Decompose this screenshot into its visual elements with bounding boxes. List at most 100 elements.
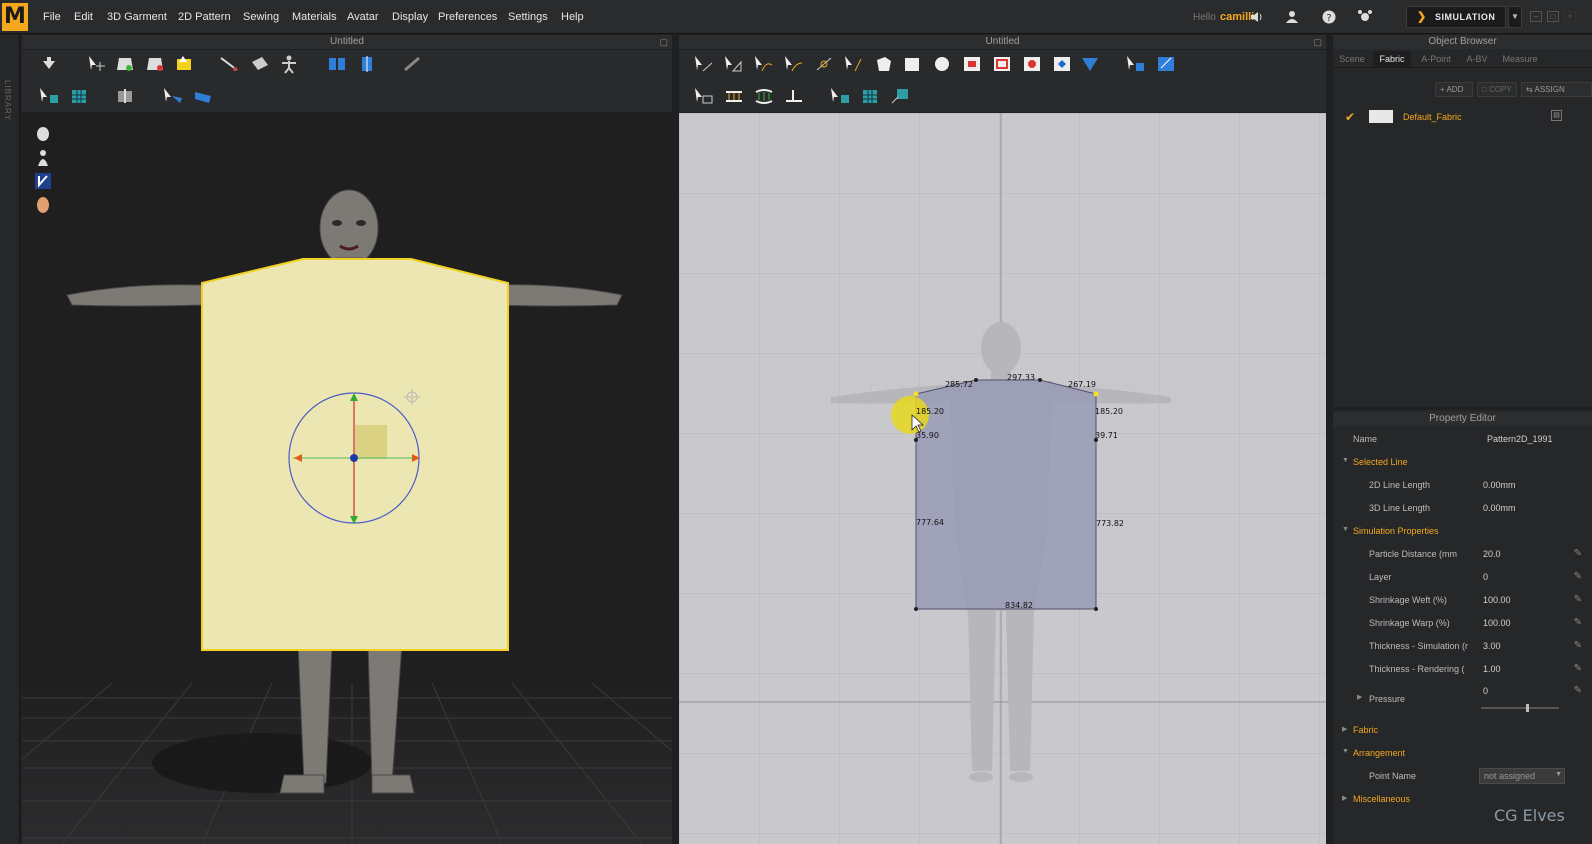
measure-top-left: 285.72 bbox=[945, 380, 973, 389]
edit-pen-icon[interactable]: ✎ bbox=[1574, 663, 1582, 674]
edit-pattern-3d-icon[interactable] bbox=[218, 54, 240, 74]
add-button[interactable]: + ADD bbox=[1435, 82, 1473, 97]
flatten-garment-icon[interactable] bbox=[326, 54, 348, 74]
select-mesh-icon[interactable] bbox=[114, 54, 136, 74]
tab-scene[interactable]: Scene bbox=[1333, 51, 1371, 67]
tab-fabric[interactable]: Fabric bbox=[1373, 51, 1411, 67]
minimize-icon[interactable]: – bbox=[1530, 11, 1542, 22]
tack-on-avatar-icon[interactable] bbox=[783, 86, 805, 106]
fabric-list-item[interactable]: ✔ Default_Fabric ▤ bbox=[1333, 107, 1592, 127]
graphic-icon[interactable] bbox=[889, 86, 911, 106]
share-icon[interactable] bbox=[1357, 9, 1373, 25]
menu-avatar[interactable]: Avatar bbox=[347, 11, 379, 23]
edit-pen-icon[interactable]: ✎ bbox=[1574, 640, 1582, 651]
edit-pen-icon[interactable]: ✎ bbox=[1574, 685, 1582, 696]
edit-curvature-icon[interactable] bbox=[753, 54, 775, 74]
fabric-options-icon[interactable]: ▤ bbox=[1551, 110, 1562, 121]
viewport-2d[interactable]: 297.33 285.72 267.19 185.20 185.20 35.90… bbox=[679, 113, 1326, 844]
menu-materials[interactable]: Materials bbox=[292, 11, 337, 23]
free-sewing-icon[interactable] bbox=[753, 86, 775, 106]
transform-pattern-icon[interactable] bbox=[693, 54, 715, 74]
menu-settings[interactable]: Settings bbox=[508, 11, 548, 23]
section-arrangement[interactable]: ▼ Arrangement bbox=[1333, 743, 1592, 765]
prop-name-label: Name bbox=[1353, 434, 1378, 444]
edit-pen-icon[interactable]: ✎ bbox=[1574, 548, 1582, 559]
menu-file[interactable]: File bbox=[43, 11, 61, 23]
select-ruler-icon[interactable] bbox=[162, 86, 184, 106]
tab-a-bv[interactable]: A-BV bbox=[1461, 51, 1493, 67]
download-arrow-icon[interactable] bbox=[38, 54, 60, 74]
pressure-slider-thumb[interactable] bbox=[1526, 704, 1529, 712]
maximize-panel-icon[interactable]: ▢ bbox=[659, 35, 668, 49]
edit-pen-icon[interactable]: ✎ bbox=[1574, 617, 1582, 628]
curve-point-icon[interactable] bbox=[783, 54, 805, 74]
avatar-body-icon[interactable] bbox=[34, 149, 52, 167]
menu-help[interactable]: Help bbox=[561, 11, 584, 23]
menu-preferences[interactable]: Preferences bbox=[438, 11, 497, 23]
assign-button[interactable]: ⇆ ASSIGN bbox=[1521, 82, 1592, 97]
segment-sewing-icon[interactable] bbox=[723, 86, 745, 106]
select-move-icon[interactable] bbox=[86, 54, 108, 74]
user-icon[interactable] bbox=[1284, 9, 1300, 25]
add-point-icon[interactable] bbox=[813, 54, 835, 74]
grid-texture-2d-icon[interactable] bbox=[859, 86, 881, 106]
circle-icon[interactable] bbox=[931, 54, 953, 74]
symmetry-icon[interactable] bbox=[356, 54, 378, 74]
measure-line-icon[interactable] bbox=[192, 86, 214, 106]
menu-display[interactable]: Display bbox=[392, 11, 428, 23]
polygon-icon[interactable] bbox=[873, 54, 895, 74]
edit-point-icon[interactable] bbox=[723, 54, 745, 74]
avatar-pose-icon[interactable] bbox=[278, 54, 300, 74]
dart-icon[interactable] bbox=[1051, 54, 1073, 74]
internal-rectangle-icon[interactable] bbox=[991, 54, 1013, 74]
tack-icon[interactable] bbox=[402, 54, 424, 74]
menu-3d-garment[interactable]: 3D Garment bbox=[107, 11, 167, 23]
texture-transform-icon[interactable] bbox=[1155, 54, 1177, 74]
select-sewing-icon[interactable] bbox=[693, 86, 715, 106]
viewport-3d[interactable] bbox=[22, 113, 672, 844]
mode-dropdown-button[interactable]: ▼ bbox=[1508, 6, 1522, 28]
prop-pressure: ▶ Pressure 0 ✎ bbox=[1333, 683, 1592, 715]
menu-sewing[interactable]: Sewing bbox=[243, 11, 279, 23]
close-icon[interactable]: × bbox=[1564, 11, 1576, 22]
pressure-slider[interactable] bbox=[1481, 704, 1559, 712]
edit-segment-icon[interactable] bbox=[843, 54, 865, 74]
simulation-mode-button[interactable]: ❯ SIMULATION bbox=[1406, 6, 1506, 28]
pin-icon[interactable] bbox=[174, 54, 196, 74]
internal-circle-icon[interactable] bbox=[1021, 54, 1043, 74]
menu-edit[interactable]: Edit bbox=[74, 11, 93, 23]
internal-polygon-icon[interactable] bbox=[961, 54, 983, 74]
avatar-display-icon[interactable] bbox=[34, 126, 52, 144]
fold-arrangement-icon[interactable] bbox=[144, 54, 166, 74]
chevron-right-icon[interactable]: ▶ bbox=[1357, 693, 1362, 701]
select-texture-2d-icon[interactable] bbox=[1125, 54, 1147, 74]
prop-name-value[interactable]: Pattern2D_1991 bbox=[1487, 434, 1553, 444]
fabric-stack-icon[interactable] bbox=[114, 86, 136, 106]
measure-side-right: 773.82 bbox=[1096, 519, 1124, 528]
select-texture-icon[interactable] bbox=[38, 86, 60, 106]
copy-button[interactable]: □ COPY bbox=[1477, 82, 1517, 97]
tab-a-point[interactable]: A-Point bbox=[1413, 51, 1459, 67]
tab-measure[interactable]: Measure bbox=[1495, 51, 1545, 67]
edit-pen-icon[interactable]: ✎ bbox=[1574, 571, 1582, 582]
measure-bottom: 834.82 bbox=[1005, 601, 1033, 610]
section-selected-line[interactable]: ▼ Selected Line bbox=[1333, 452, 1592, 474]
menu-2d-pattern[interactable]: 2D Pattern bbox=[178, 11, 231, 23]
section-simulation-properties[interactable]: ▼ Simulation Properties bbox=[1333, 521, 1592, 543]
garment-display-icon[interactable] bbox=[34, 172, 52, 190]
help-icon[interactable]: ? bbox=[1321, 9, 1337, 25]
avatar-head-icon[interactable] bbox=[34, 196, 52, 214]
point-name-select[interactable]: not assigned ▼ bbox=[1479, 768, 1565, 784]
library-sidebar[interactable]: LIBRARY bbox=[0, 35, 20, 844]
rectangle-icon[interactable] bbox=[901, 54, 923, 74]
edit-pen-icon[interactable]: ✎ bbox=[1574, 594, 1582, 605]
grid-texture-icon[interactable] bbox=[68, 86, 90, 106]
maximize-panel-icon[interactable]: ▢ bbox=[1313, 35, 1322, 49]
trace-icon[interactable] bbox=[1079, 54, 1101, 74]
speaker-icon[interactable] bbox=[1248, 9, 1264, 25]
steam-icon[interactable] bbox=[248, 54, 270, 74]
maximize-icon[interactable]: □ bbox=[1547, 11, 1559, 22]
measure-side-left: 777.64 bbox=[916, 518, 944, 527]
section-fabric[interactable]: ▶ Fabric bbox=[1333, 720, 1592, 742]
select-tex-2d-icon[interactable] bbox=[829, 86, 851, 106]
